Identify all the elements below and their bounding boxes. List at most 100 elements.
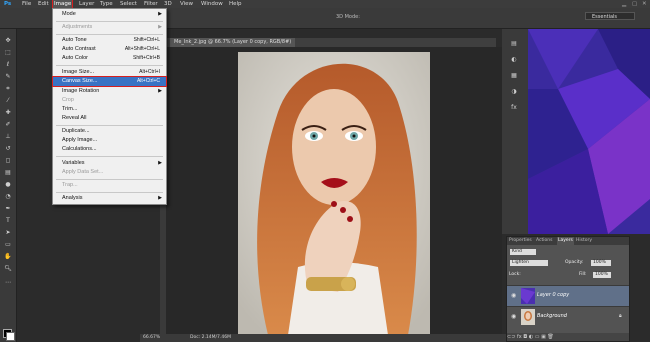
portrait-photo [238, 52, 430, 335]
menu-file[interactable]: File [22, 0, 31, 8]
menu-help[interactable]: Help [229, 0, 242, 8]
menu-item-reveal-all[interactable]: Reveal All [53, 114, 166, 123]
menu-item-mode[interactable]: Mode ▶ [53, 10, 166, 19]
menu-window[interactable]: Window [201, 0, 223, 8]
menu-shortcut: Alt+Shift+Ctrl+L [124, 46, 160, 52]
menu-item-calculations[interactable]: Calculations... [53, 145, 166, 154]
tab-properties[interactable]: Properties [509, 237, 532, 245]
minimize-icon[interactable]: ▁ [622, 0, 626, 8]
stamp-tool-icon[interactable]: ⊥ [4, 133, 12, 140]
menu-item-canvas-size[interactable]: Canvas Size... Alt+Ctrl+C [52, 76, 167, 87]
pen-tool-icon[interactable]: ✒ [4, 205, 12, 212]
menu-item-auto-color[interactable]: Auto Color Shift+Ctrl+B [53, 54, 166, 63]
menu-image[interactable]: Image [51, 0, 74, 9]
menu-edit[interactable]: Edit [38, 0, 49, 8]
close-icon[interactable]: ✕ [642, 0, 647, 8]
menu-item-auto-tone[interactable]: Auto Tone Shift+Ctrl+L [53, 36, 166, 45]
styles-panel-icon[interactable]: fx [509, 104, 519, 112]
menu-item-label: Canvas Size... [62, 78, 98, 84]
menu-item-crop[interactable]: Crop [53, 96, 166, 105]
layers-footer-toolbar[interactable]: ⊂⊃ fx ◘ ◐ ▭ ▣ 🗑 [507, 333, 629, 341]
tab-history[interactable]: History [576, 237, 592, 245]
visibility-eye-icon[interactable]: ◉ [511, 292, 516, 299]
submenu-arrow-icon: ▶ [158, 160, 162, 166]
zoom-level[interactable]: 66.67% [143, 334, 160, 342]
menu-type[interactable]: Type [100, 0, 113, 8]
shape-tool-icon[interactable]: ▭ [4, 241, 12, 248]
menu-3d[interactable]: 3D [164, 0, 172, 8]
fill-label: Fill: [579, 272, 587, 277]
blend-mode-select[interactable]: Lighten [510, 260, 548, 266]
blur-tool-icon[interactable]: ● [4, 181, 12, 188]
hand-tool-icon[interactable]: ✋ [4, 253, 12, 260]
quick-select-icon[interactable]: ✎ [4, 73, 12, 80]
opacity-field[interactable]: 100% [591, 260, 611, 266]
menu-item-trap[interactable]: Trap... [53, 181, 166, 190]
layer-row-background[interactable]: ◉ Background 🔒︎ [507, 306, 629, 327]
menu-item-label: Image Rotation [62, 88, 100, 94]
menu-item-adjustments[interactable]: Adjustments ▶ [53, 23, 166, 32]
menu-separator [56, 179, 163, 180]
document-tab[interactable]: Me_Ink_2.jpg @ 66.7% (Layer 0 copy, RGB/… [170, 38, 296, 47]
tab-actions[interactable]: Actions [536, 237, 552, 245]
fill-field[interactable]: 100% [593, 272, 611, 278]
menu-item-label: Crop [62, 97, 74, 103]
menu-shortcut: Shift+Ctrl+B [133, 55, 160, 61]
tools-panel: ✥ ⬚ ℓ ✎ ⌗ ⁄ ✚ ✐ ⊥ ↺ ◻ ▤ ● ◔ ✒ T ➤ ▭ ✋ 🔍︎… [0, 29, 17, 342]
history-brush-icon[interactable]: ↺ [4, 145, 12, 152]
maximize-icon[interactable]: ▢ [632, 0, 637, 8]
menu-shortcut: Alt+Ctrl+I [139, 69, 160, 75]
dodge-tool-icon[interactable]: ◔ [4, 193, 12, 200]
move-tool-icon[interactable]: ✥ [4, 37, 12, 44]
visibility-eye-icon[interactable]: ◉ [511, 313, 516, 320]
type-tool-icon[interactable]: T [4, 217, 12, 224]
menu-item-label: Adjustments [62, 24, 93, 30]
lock-label: Lock: [509, 272, 521, 277]
layer-thumbnail [521, 288, 535, 304]
menu-separator [56, 34, 163, 35]
gradient-icon[interactable]: ▤ [4, 169, 12, 176]
layer-filter-kind[interactable]: Kind [510, 249, 536, 255]
menu-item-apply-image[interactable]: Apply Image... [53, 136, 166, 145]
lasso-tool-icon[interactable]: ℓ [4, 61, 12, 68]
history-panel-icon[interactable]: ▤ [509, 40, 519, 48]
healing-brush-icon[interactable]: ✚ [4, 109, 12, 116]
background-color-swatch[interactable] [6, 332, 15, 341]
adjustments-panel-icon[interactable]: ◑ [509, 88, 519, 96]
menu-item-variables[interactable]: Variables ▶ [53, 159, 166, 168]
menu-item-label: Variables [62, 160, 85, 166]
crop-tool-icon[interactable]: ⌗ [4, 85, 12, 92]
menu-item-apply-data-set[interactable]: Apply Data Set... [53, 168, 166, 177]
tab-layers[interactable]: Layers [557, 237, 574, 245]
more-tools-icon[interactable]: ⋯ [4, 279, 12, 286]
menu-filter[interactable]: Filter [144, 0, 158, 8]
menu-item-trim[interactable]: Trim... [53, 105, 166, 114]
submenu-arrow-icon: ▶ [158, 88, 162, 94]
menu-item-image-size[interactable]: Image Size... Alt+Ctrl+I [53, 68, 166, 77]
menu-item-image-rotation[interactable]: Image Rotation ▶ [53, 87, 166, 96]
menu-item-label: Auto Color [62, 55, 88, 61]
menu-item-label: Apply Image... [62, 137, 98, 143]
swatches-panel-icon[interactable]: ▦ [509, 72, 519, 80]
menu-view[interactable]: View [180, 0, 193, 8]
layers-panel: Properties Actions Layers History Kind L… [506, 236, 630, 342]
menu-item-auto-contrast[interactable]: Auto Contrast Alt+Shift+Ctrl+L [53, 45, 166, 54]
menu-item-analysis[interactable]: Analysis ▶ [53, 194, 166, 203]
color-panel-icon[interactable]: ◐ [509, 56, 519, 64]
eyedropper-icon[interactable]: ⁄ [4, 97, 12, 104]
eraser-icon[interactable]: ◻ [4, 157, 12, 164]
zoom-tool-icon[interactable]: 🔍︎ [4, 265, 12, 272]
menu-separator [56, 156, 163, 157]
portrait-illustration [238, 52, 430, 335]
workspace-select[interactable]: Essentials [585, 12, 635, 20]
menu-layer[interactable]: Layer [79, 0, 94, 8]
status-bar: 66.67% Doc: 2.14M/7.46M [140, 334, 510, 342]
layer-row-layer-0-copy[interactable]: ◉ Layer 0 copy [507, 285, 629, 306]
menu-item-duplicate[interactable]: Duplicate... [53, 127, 166, 136]
path-select-icon[interactable]: ➤ [4, 229, 12, 236]
menu-bar: Ps File Edit Image Layer Type Select Fil… [0, 0, 650, 9]
menu-select[interactable]: Select [120, 0, 137, 8]
brush-tool-icon[interactable]: ✐ [4, 121, 12, 128]
menu-item-label: Reveal All [62, 115, 87, 121]
marquee-tool-icon[interactable]: ⬚ [4, 49, 12, 56]
